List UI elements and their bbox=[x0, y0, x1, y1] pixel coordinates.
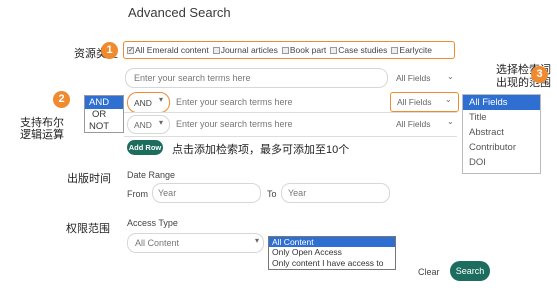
access-option-all-content[interactable]: All Content bbox=[269, 237, 395, 247]
search-row-2-operator-select[interactable]: AND ▾ bbox=[127, 92, 170, 113]
checkbox-icon bbox=[391, 46, 399, 54]
add-row-annotation: 点击添加检索项，最多可添加至10个 bbox=[172, 144, 350, 156]
resource-type-filter: ✓ All Emerald content Journal articles B… bbox=[123, 41, 455, 59]
field-option-all-fields[interactable]: All Fields bbox=[463, 95, 540, 110]
clear-button[interactable]: Clear bbox=[418, 267, 440, 277]
search-row-3-operator-select[interactable]: AND ▾ bbox=[127, 115, 170, 134]
chevron-down-icon: ▾ bbox=[159, 118, 164, 127]
boolean-annotation: 支持布尔 逻辑运算 bbox=[20, 117, 64, 141]
resource-journal-articles-checkbox[interactable]: Journal articles bbox=[212, 45, 278, 55]
from-label: From bbox=[127, 189, 148, 199]
add-row-button[interactable]: Add Row bbox=[127, 140, 163, 155]
operator-option-not[interactable]: NOT bbox=[85, 121, 123, 133]
search-row-2-input[interactable]: Enter your search terms here bbox=[176, 97, 293, 107]
checkbox-checked-icon: ✓ bbox=[127, 46, 134, 54]
publish-time-annotation: 出版时间 bbox=[67, 173, 111, 185]
field-option-abstract[interactable]: Abstract bbox=[463, 125, 540, 140]
resource-earlycite-checkbox[interactable]: Earlycite bbox=[391, 45, 432, 55]
resource-all-emerald-checkbox[interactable]: ✓ All Emerald content bbox=[127, 45, 209, 55]
operator-option-and[interactable]: AND bbox=[85, 96, 123, 109]
access-option-open-access[interactable]: Only Open Access bbox=[269, 247, 395, 258]
access-type-label: Access Type bbox=[127, 218, 178, 228]
from-year-input[interactable]: Year bbox=[152, 183, 261, 203]
search-button[interactable]: Search bbox=[450, 261, 490, 281]
search-row-3-input[interactable]: Enter your search terms here bbox=[176, 119, 293, 129]
badge-2: 2 bbox=[53, 91, 70, 108]
badge-1: 1 bbox=[101, 42, 118, 59]
row-divider bbox=[124, 112, 457, 113]
resource-case-studies-checkbox[interactable]: Case studies bbox=[330, 45, 387, 55]
field-option-doi[interactable]: DOI bbox=[463, 155, 540, 170]
access-type-dropdown-menu: All Content Only Open Access Only conten… bbox=[268, 236, 396, 270]
chevron-down-icon: ⌄ bbox=[447, 117, 454, 126]
page-title: Advanced Search bbox=[128, 5, 231, 20]
to-label: To bbox=[267, 189, 277, 199]
field-option-contributor[interactable]: Contributor bbox=[463, 140, 540, 155]
search-row-3-field-select[interactable]: All Fields ⌄ bbox=[390, 115, 458, 134]
access-option-my-access[interactable]: Only content I have access to bbox=[269, 258, 395, 269]
search-row-2-field-select[interactable]: All Fields ⌄ bbox=[390, 92, 459, 112]
operator-option-or[interactable]: OR bbox=[85, 109, 123, 121]
badge-3: 3 bbox=[531, 66, 548, 83]
chevron-down-icon: ▾ bbox=[159, 95, 164, 104]
field-dropdown-menu: All Fields Title Abstract Contributor DO… bbox=[462, 94, 541, 174]
operator-dropdown-menu: AND OR NOT bbox=[84, 95, 124, 133]
resource-book-part-checkbox[interactable]: Book part bbox=[281, 45, 326, 55]
search-row-1-input[interactable]: Enter your search terms here bbox=[125, 68, 388, 88]
search-row-1-field-select[interactable]: All Fields ⌄ bbox=[390, 68, 458, 88]
chevron-down-icon: ⌄ bbox=[445, 95, 452, 104]
access-type-select[interactable]: All Content ▾ bbox=[127, 233, 264, 253]
chevron-down-icon: ⌄ bbox=[447, 72, 454, 81]
row-divider bbox=[124, 136, 457, 137]
date-range-label: Date Range bbox=[127, 170, 176, 180]
checkbox-icon bbox=[281, 46, 289, 54]
access-scope-annotation: 权限范围 bbox=[66, 223, 110, 235]
checkbox-icon bbox=[212, 46, 220, 54]
checkbox-icon bbox=[330, 46, 338, 54]
chevron-down-icon: ▾ bbox=[255, 236, 260, 245]
field-option-title[interactable]: Title bbox=[463, 110, 540, 125]
to-year-input[interactable]: Year bbox=[281, 183, 390, 203]
